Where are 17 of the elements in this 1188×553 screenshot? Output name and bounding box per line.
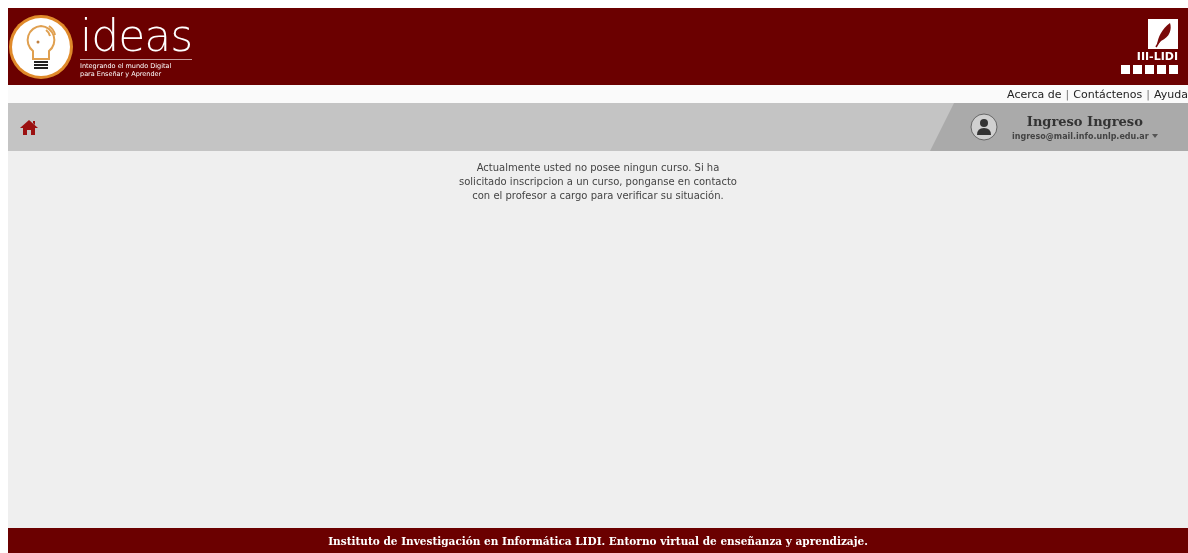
lightbulb-logo-icon: [8, 13, 74, 80]
top-link[interactable]: Acerca de: [1007, 87, 1062, 101]
link-separator: |: [1065, 87, 1070, 101]
user-avatar-icon: [970, 113, 998, 141]
user-name: Ingreso Ingreso: [1026, 113, 1143, 129]
squares-icon: [1121, 65, 1178, 74]
partner-logo-text: III-LIDI: [1136, 51, 1178, 63]
top-link[interactable]: Ayuda: [1154, 87, 1188, 101]
top-link[interactable]: Contáctenos: [1073, 87, 1143, 101]
user-email: ingreso@mail.info.unlp.edu.ar: [1012, 131, 1149, 141]
link-separator: |: [1146, 87, 1150, 101]
empty-message: Actualmente usted no posee ningun curso. Si ha solicitado inscripcion a un curso, ponganse en contacto con el profesor a cargo para verificar su situación.: [458, 161, 738, 203]
footer-text: Instituto de Investigación en Informática LIDI. Entorno virtual de enseñanza y aprendizaje.: [8, 528, 1188, 553]
logo-text: ideas: [80, 15, 193, 60]
caret-icon[interactable]: [1151, 134, 1158, 138]
user-panel[interactable]: Ingreso Ingreso ingreso@mail.info.unlp.edu.ar: [930, 103, 1188, 151]
home-icon[interactable]: [20, 119, 38, 135]
